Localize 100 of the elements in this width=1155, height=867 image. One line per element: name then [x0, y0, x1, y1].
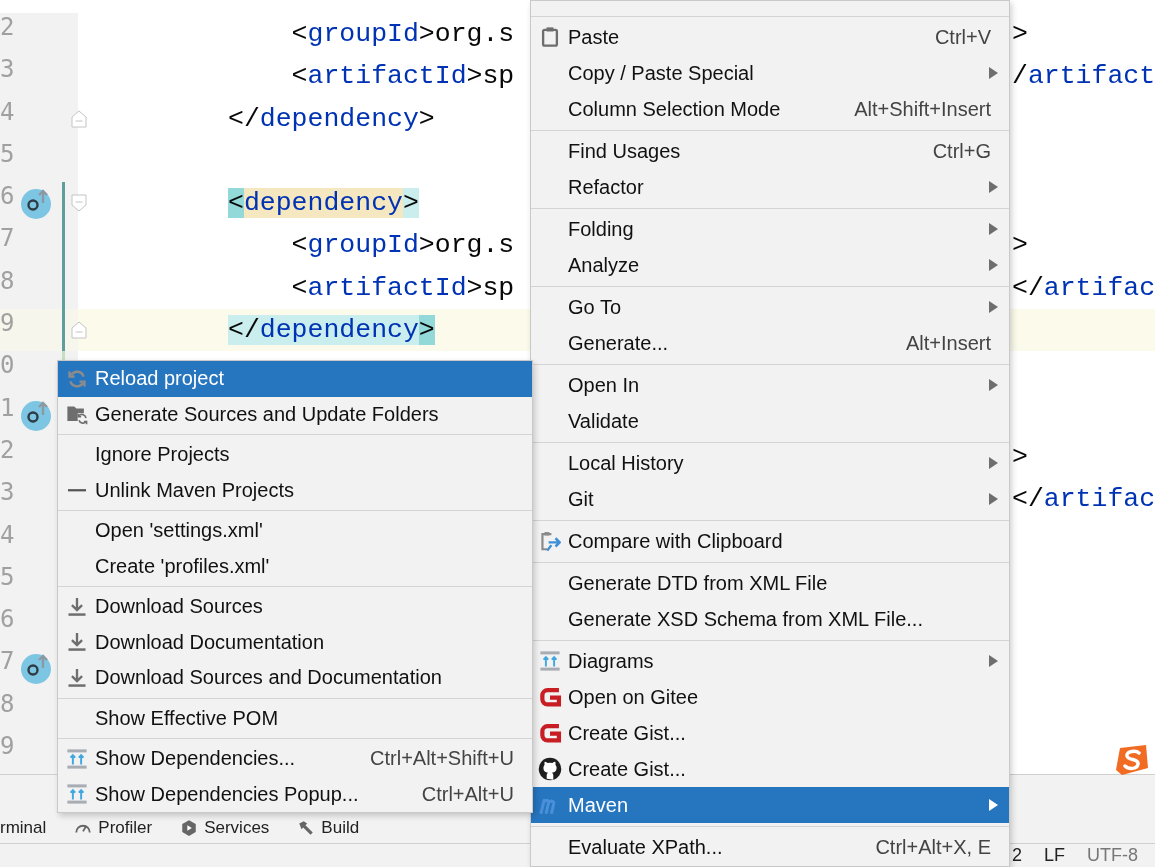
fold-icon[interactable]: [71, 194, 87, 213]
folder-refresh-icon: [66, 403, 88, 426]
menu-item[interactable]: Generate Sources and Update Folders: [58, 396, 532, 432]
line-number: 9: [0, 309, 15, 338]
input-method-icon[interactable]: [1114, 744, 1150, 776]
line-number: 6: [0, 182, 15, 211]
fold-icon[interactable]: [71, 109, 87, 128]
code-line: <artifactId>sp: [290, 61, 515, 92]
menu-item[interactable]: Evaluate XPath... Ctrl+Alt+X, E: [531, 829, 1009, 865]
line-number: 1: [0, 393, 15, 422]
hammer-icon: [297, 819, 316, 837]
menu-item[interactable]: Generate XSD Schema from XML File...: [531, 601, 1009, 637]
gutter-circle-icon[interactable]: [20, 398, 54, 431]
line-number: 7: [0, 224, 15, 253]
refresh-icon: [66, 367, 88, 390]
line-number: 5: [0, 139, 15, 168]
line-number: 8: [0, 689, 15, 718]
tool-window-tab[interactable]: Services: [180, 818, 270, 838]
code-line: >: [1012, 441, 1028, 472]
menu-item[interactable]: Create Gist...: [531, 751, 1009, 787]
cat-logo-icon: [538, 757, 562, 781]
status-bar-item[interactable]: 2: [1012, 845, 1022, 866]
download-icon: [66, 666, 88, 689]
menu-item[interactable]: Find Usages Ctrl+G: [531, 133, 1009, 169]
tool-window-tab[interactable]: rminal: [0, 818, 47, 838]
minus-icon: [68, 489, 86, 492]
diagram-icon: [539, 650, 561, 672]
code-token: </: [228, 315, 260, 346]
menu-item[interactable]: Generate... Alt+Insert: [531, 325, 1009, 361]
tool-window-tab[interactable]: Profiler: [74, 818, 153, 838]
clipboard-icon: [539, 26, 561, 48]
menu-item[interactable]: Open on Gitee: [531, 679, 1009, 715]
line-number: 7: [0, 647, 15, 676]
menu-item[interactable]: Reload project: [58, 361, 532, 397]
code-line: </artifac: [1012, 272, 1155, 303]
line-number: 4: [0, 97, 15, 126]
menu-item[interactable]: Show Effective POM: [58, 700, 532, 736]
menu-item[interactable]: Maven: [531, 787, 1009, 823]
gutter-circle-icon[interactable]: [20, 652, 54, 685]
menu-item[interactable]: Generate DTD from XML File: [531, 565, 1009, 601]
menu-item[interactable]: Open 'settings.xml': [58, 513, 532, 549]
status-bar-item[interactable]: LF: [1044, 845, 1066, 866]
fold-icon[interactable]: [71, 321, 87, 340]
line-number: 5: [0, 562, 15, 591]
menu-item[interactable]: Create Gist...: [531, 715, 1009, 751]
line-number: 8: [0, 266, 15, 295]
menu-item[interactable]: Local History: [531, 445, 1009, 481]
menu-item[interactable]: Paste Ctrl+V: [531, 19, 1009, 55]
menu-item[interactable]: Show Dependencies Popup... Ctrl+Alt+U: [58, 776, 532, 812]
menu-item[interactable]: Column Selection Mode Alt+Shift+Insert: [531, 91, 1009, 127]
download-icon: [66, 631, 88, 654]
menu-item[interactable]: Diagrams: [531, 643, 1009, 679]
diagram-icon: [66, 747, 88, 770]
code-line: <groupId>org.s: [290, 19, 515, 49]
code-token: dependency: [259, 315, 419, 346]
line-number: 2: [0, 13, 15, 41]
code-token: dependency: [243, 188, 403, 219]
menu-item[interactable]: Folding: [531, 211, 1009, 247]
line-number: 4: [0, 520, 15, 549]
line-number: 9: [0, 732, 15, 761]
line-number: 2: [0, 435, 15, 464]
diagram-icon: [66, 783, 88, 806]
menu-item[interactable]: Compare with Clipboard: [531, 523, 1009, 559]
menu-item[interactable]: Download Sources and Documentation: [58, 660, 532, 696]
menu-item[interactable]: Validate: [531, 403, 1009, 439]
menu-item[interactable]: Unlink Maven Projects: [58, 472, 532, 508]
code-line: /artifact: [1012, 61, 1155, 92]
menu-item[interactable]: Download Documentation: [58, 624, 532, 660]
download-icon: [66, 595, 88, 618]
clipboard-arrow-icon: [539, 530, 561, 552]
line-number: 6: [0, 605, 15, 634]
shortcut-label: Alt+Shift+Insert: [854, 97, 992, 121]
code-line: <groupId>org.s: [290, 230, 515, 261]
code-line: </dependency>: [228, 103, 435, 134]
line-number: 3: [0, 55, 15, 84]
code-line: >: [1012, 19, 1028, 49]
line-number: 3: [0, 478, 15, 507]
code-token: <: [228, 188, 244, 219]
menu-item[interactable]: Git: [531, 481, 1009, 517]
code-line: >: [1012, 230, 1028, 261]
menu-item[interactable]: Download Sources: [58, 589, 532, 625]
line-number: 0: [0, 351, 15, 380]
menu-item[interactable]: Create 'profiles.xml': [58, 548, 532, 584]
shortcut-label: Ctrl+G: [932, 139, 992, 163]
menu-item[interactable]: Ignore Projects: [58, 437, 532, 473]
shortcut-label: Ctrl+Alt+U: [421, 782, 515, 806]
tool-window-tab[interactable]: Build: [297, 818, 360, 838]
menu-item[interactable]: Show Dependencies... Ctrl+Alt+Shift+U: [58, 741, 532, 777]
gutter-circle-icon[interactable]: [20, 187, 54, 220]
menu-item[interactable]: Refactor: [531, 169, 1009, 205]
status-bar-item[interactable]: UTF-8: [1087, 845, 1139, 866]
shortcut-label: Ctrl+V: [934, 25, 992, 49]
menu-item[interactable]: Copy / Paste Special: [531, 55, 1009, 91]
shortcut-label: Ctrl+Alt+X, E: [875, 835, 992, 859]
menu-item[interactable]: Go To: [531, 289, 1009, 325]
menu-item[interactable]: Open In: [531, 367, 1009, 403]
play-hexagon-icon: [180, 819, 199, 837]
shortcut-label: Ctrl+Alt+Shift+U: [370, 747, 515, 771]
menu-item[interactable]: Analyze: [531, 247, 1009, 283]
code-line: <artifactId>sp: [290, 272, 515, 303]
